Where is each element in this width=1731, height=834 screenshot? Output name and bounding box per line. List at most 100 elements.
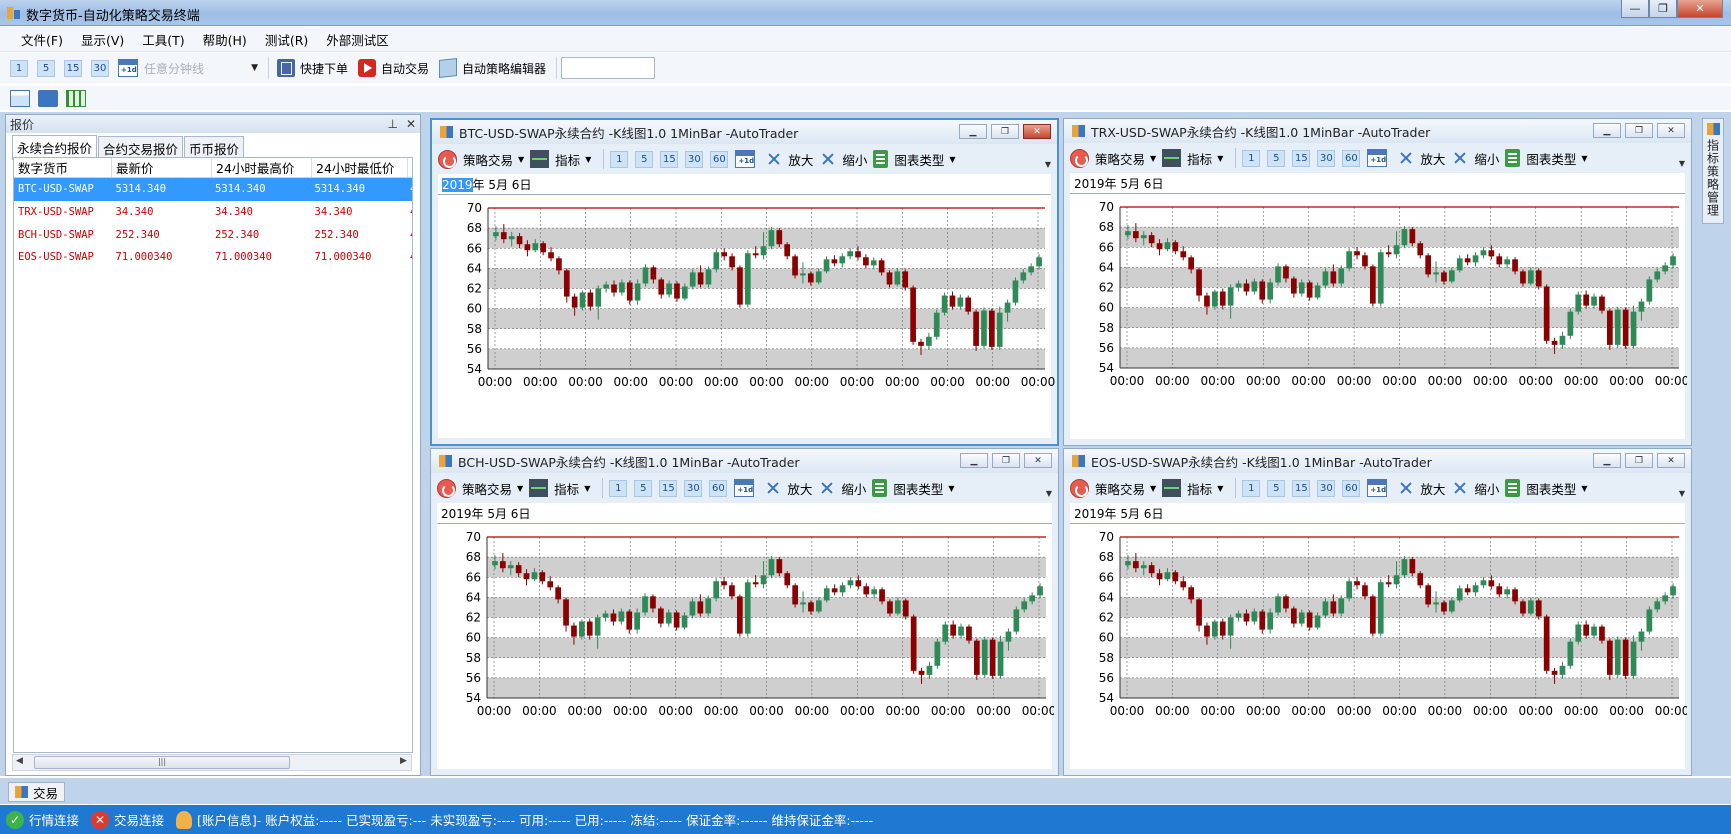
chart-window[interactable]: TRX-USD-SWAP永续合约 -K线图1.0 1MinBar -AutoTr…: [1063, 118, 1692, 446]
zoom-in-button[interactable]: 放大: [1397, 149, 1445, 168]
chart-interval-button[interactable]: 60: [710, 150, 729, 168]
indicator-dropdown[interactable]: 指标 ▼: [1162, 149, 1223, 168]
chart-type-dropdown[interactable]: 图表类型 ▼: [1505, 149, 1588, 168]
chart-interval-button[interactable]: 30: [1317, 149, 1336, 167]
maximize-button[interactable]: ❐: [1649, 0, 1677, 18]
chart-date-picker[interactable]: 2019年 5月 6日: [1074, 175, 1163, 192]
chart-window[interactable]: BCH-USD-SWAP永续合约 -K线图1.0 1MinBar -AutoTr…: [430, 448, 1059, 776]
table-row[interactable]: BTC-USD-SWAP 5314.340 5314.340 5314.340 …: [14, 178, 412, 201]
interval-15-button[interactable]: 15: [64, 59, 82, 77]
calendar-icon[interactable]: +1d: [735, 150, 756, 168]
chart-close-button[interactable]: ✕: [1657, 453, 1685, 468]
column-header-high[interactable]: 24小时最高价: [212, 158, 312, 177]
chart-minimize-button[interactable]: ▁: [1593, 123, 1621, 138]
candlestick-chart[interactable]: 70686664626058565400:00 00:00 00:00 00:00 00…: [438, 196, 1055, 440]
chart-interval-button[interactable]: 5: [1267, 479, 1286, 497]
menu-external-test[interactable]: 外部测试区: [317, 27, 398, 52]
strategy-trade-dropdown[interactable]: 策略交易 ▼: [437, 478, 523, 498]
chart-close-button[interactable]: ✕: [1657, 123, 1685, 138]
interval-5-button[interactable]: 5: [37, 59, 55, 77]
calendar-icon[interactable]: +1d: [1367, 479, 1388, 497]
table-row[interactable]: BCH-USD-SWAP 252.340 252.340 252.340 4: [14, 223, 412, 246]
interval-30-button[interactable]: 30: [91, 59, 109, 77]
table-icon[interactable]: [66, 89, 86, 107]
menu-test[interactable]: 测试(R): [256, 27, 317, 52]
column-header-symbol[interactable]: 数字货币: [14, 158, 112, 177]
chart-date-picker[interactable]: 2019年 5月 6日: [441, 505, 530, 522]
chart-maximize-button[interactable]: ❐: [1625, 123, 1653, 138]
chart-close-button[interactable]: ✕: [1023, 124, 1051, 139]
interval-1-button[interactable]: 1: [10, 59, 28, 77]
strategy-trade-dropdown[interactable]: 策略交易 ▼: [1070, 148, 1156, 168]
chart-interval-button[interactable]: 60: [709, 479, 728, 497]
calendar-icon[interactable]: +1d: [734, 479, 755, 497]
candlestick-chart[interactable]: 70686664626058565400:00 00:00 00:00 00:00 00…: [1070, 525, 1687, 769]
chart-interval-button[interactable]: 5: [635, 150, 654, 168]
trade-tab[interactable]: 交易: [8, 782, 66, 802]
hscroll-thumb[interactable]: |||: [34, 756, 290, 769]
menu-help[interactable]: 帮助(H): [194, 27, 256, 52]
table-row[interactable]: EOS-USD-SWAP 71.000340 71.000340 71.0003…: [14, 246, 412, 269]
zoom-out-button[interactable]: 缩小: [819, 150, 867, 169]
close-icon[interactable]: ✕: [406, 117, 416, 131]
strategy-trade-dropdown[interactable]: 策略交易 ▼: [1070, 478, 1156, 498]
side-panel-tab[interactable]: 指标策略管理: [1702, 118, 1724, 224]
chart-interval-button[interactable]: 5: [1267, 149, 1286, 167]
chart-interval-button[interactable]: 60: [1342, 149, 1361, 167]
pin-icon[interactable]: ⊥: [387, 117, 397, 131]
close-button[interactable]: ✕: [1677, 0, 1723, 18]
zoom-in-button[interactable]: 放大: [764, 479, 812, 498]
chart-interval-button[interactable]: 30: [1317, 479, 1336, 497]
toolbar-overflow-icon[interactable]: ▼: [1679, 489, 1685, 498]
chart-date-picker[interactable]: 2019年 5月 6日: [1074, 505, 1163, 522]
scroll-left-icon[interactable]: ◀: [16, 756, 23, 766]
chart-maximize-button[interactable]: ❐: [992, 453, 1020, 468]
indicator-dropdown[interactable]: 指标 ▼: [529, 479, 590, 498]
chart-interval-button[interactable]: 1: [1242, 149, 1261, 167]
toolbar-overflow-icon[interactable]: ▼: [1045, 160, 1051, 169]
column-header-last[interactable]: 最新价: [112, 158, 212, 177]
menu-tools[interactable]: 工具(T): [133, 27, 193, 52]
chart-type-dropdown[interactable]: 图表类型 ▼: [1505, 479, 1588, 498]
strategy-trade-dropdown[interactable]: 策略交易 ▼: [438, 149, 524, 169]
chart-interval-button[interactable]: 5: [634, 479, 653, 497]
chart-interval-button[interactable]: 1: [610, 150, 629, 168]
chart-close-button[interactable]: ✕: [1024, 453, 1052, 468]
calendar-icon[interactable]: +1d: [1367, 149, 1388, 167]
menu-file[interactable]: 文件(F): [12, 27, 72, 52]
zoom-in-button[interactable]: 放大: [1397, 479, 1445, 498]
chart-maximize-button[interactable]: ❐: [1625, 453, 1653, 468]
chart-type-dropdown[interactable]: 图表类型 ▼: [873, 150, 956, 169]
monitor-icon[interactable]: [38, 89, 58, 107]
chart-interval-button[interactable]: 15: [1292, 149, 1311, 167]
chart-interval-button[interactable]: 15: [660, 150, 679, 168]
chart-interval-button[interactable]: 60: [1342, 479, 1361, 497]
chart-date-picker[interactable]: 2019年 5月 6日: [442, 176, 531, 193]
zoom-out-button[interactable]: 缩小: [818, 479, 866, 498]
chart-type-dropdown[interactable]: 图表类型 ▼: [872, 479, 955, 498]
chart-interval-button[interactable]: 30: [684, 479, 703, 497]
chart-interval-button[interactable]: 1: [1242, 479, 1261, 497]
chart-window[interactable]: EOS-USD-SWAP永续合约 -K线图1.0 1MinBar -AutoTr…: [1063, 448, 1692, 776]
zoom-out-button[interactable]: 缩小: [1451, 149, 1499, 168]
quote-table-hscroll[interactable]: ◀ ||| ▶: [12, 754, 412, 772]
calendar-icon[interactable]: +1d: [118, 59, 138, 77]
zoom-in-button[interactable]: 放大: [765, 150, 813, 169]
menu-view[interactable]: 显示(V): [72, 27, 133, 52]
candlestick-chart[interactable]: 70686664626058565400:00 00:00 00:00 00:00 00…: [1070, 195, 1687, 439]
chart-interval-button[interactable]: 30: [685, 150, 704, 168]
chart-minimize-button[interactable]: ▁: [959, 124, 987, 139]
strategy-editor-button[interactable]: 自动策略编辑器: [439, 58, 546, 78]
toolbar-overflow-icon[interactable]: ▼: [1679, 159, 1685, 168]
minimize-button[interactable]: —: [1621, 0, 1649, 18]
scroll-right-icon[interactable]: ▶: [400, 756, 407, 766]
column-header-low[interactable]: 24小时最低价: [312, 158, 408, 177]
chart-interval-button[interactable]: 1: [609, 479, 628, 497]
table-row[interactable]: TRX-USD-SWAP 34.340 34.340 34.340 4: [14, 201, 412, 224]
chart-interval-button[interactable]: 15: [659, 479, 678, 497]
indicator-dropdown[interactable]: 指标 ▼: [1162, 479, 1223, 498]
zoom-out-button[interactable]: 缩小: [1451, 479, 1499, 498]
custom-interval-combo[interactable]: 任意分钟线 ▼: [142, 58, 260, 78]
chart-interval-button[interactable]: 15: [1292, 479, 1311, 497]
toolbar-text-input[interactable]: [561, 57, 656, 79]
